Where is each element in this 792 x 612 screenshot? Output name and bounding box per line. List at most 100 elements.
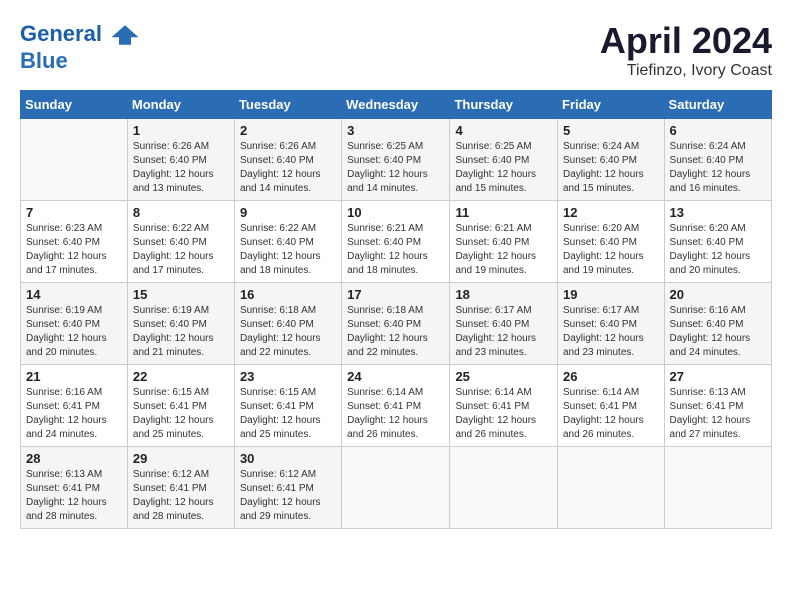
day-number: 22 (133, 369, 229, 384)
day-number: 16 (240, 287, 336, 302)
day-info: Sunrise: 6:15 AM Sunset: 6:41 PM Dayligh… (240, 386, 336, 442)
day-info: Sunrise: 6:23 AM Sunset: 6:40 PM Dayligh… (26, 222, 122, 278)
calendar-cell: 30 Sunrise: 6:12 AM Sunset: 6:41 PM Dayli… (234, 447, 341, 529)
day-number: 20 (670, 287, 766, 302)
day-info: Sunrise: 6:26 AM Sunset: 6:40 PM Dayligh… (240, 140, 336, 196)
logo-text: General (20, 20, 140, 50)
day-info: Sunrise: 6:13 AM Sunset: 6:41 PM Dayligh… (670, 386, 766, 442)
logo-blue: Blue (20, 48, 140, 74)
day-info: Sunrise: 6:22 AM Sunset: 6:40 PM Dayligh… (240, 222, 336, 278)
day-info: Sunrise: 6:17 AM Sunset: 6:40 PM Dayligh… (563, 304, 659, 360)
weekday-header-row: SundayMondayTuesdayWednesdayThursdayFrid… (21, 91, 772, 119)
calendar-cell: 17 Sunrise: 6:18 AM Sunset: 6:40 PM Dayli… (342, 283, 450, 365)
day-number: 28 (26, 451, 122, 466)
day-info: Sunrise: 6:25 AM Sunset: 6:40 PM Dayligh… (347, 140, 444, 196)
calendar-cell: 26Sunrise: 6:14 AM Sunset: 6:41 PM Dayli… (558, 365, 665, 447)
day-info: Sunrise: 6:15 AM Sunset: 6:41 PM Dayligh… (133, 386, 229, 442)
day-info: Sunrise: 6:17 AM Sunset: 6:40 PM Dayligh… (455, 304, 552, 360)
calendar-cell: 4 Sunrise: 6:25 AM Sunset: 6:40 PM Daylig… (450, 119, 558, 201)
day-number: 29 (133, 451, 229, 466)
day-info: Sunrise: 6:13 AM Sunset: 6:41 PM Dayligh… (26, 468, 122, 524)
calendar-cell (21, 119, 128, 201)
day-info: Sunrise: 6:25 AM Sunset: 6:40 PM Dayligh… (455, 140, 552, 196)
day-info: Sunrise: 6:14 AM Sunset: 6:41 PM Dayligh… (563, 386, 659, 442)
day-number: 8 (133, 205, 229, 220)
day-number: 18 (455, 287, 552, 302)
day-info: Sunrise: 6:24 AM Sunset: 6:40 PM Dayligh… (670, 140, 766, 196)
week-row-1: 7 Sunrise: 6:23 AM Sunset: 6:40 PM Daylig… (21, 201, 772, 283)
day-number: 21 (26, 369, 122, 384)
day-info: Sunrise: 6:26 AM Sunset: 6:40 PM Dayligh… (133, 140, 229, 196)
calendar-cell: 3 Sunrise: 6:25 AM Sunset: 6:40 PM Daylig… (342, 119, 450, 201)
day-number: 2 (240, 123, 336, 138)
calendar-cell: 15Sunrise: 6:19 AM Sunset: 6:40 PM Dayli… (127, 283, 234, 365)
title-area: April 2024 Tiefinzo, Ivory Coast (600, 20, 772, 80)
calendar-cell: 21 Sunrise: 6:16 AM Sunset: 6:41 PM Dayli… (21, 365, 128, 447)
day-info: Sunrise: 6:20 AM Sunset: 6:40 PM Dayligh… (670, 222, 766, 278)
calendar-cell: 20Sunrise: 6:16 AM Sunset: 6:40 PM Dayli… (664, 283, 771, 365)
week-row-3: 21 Sunrise: 6:16 AM Sunset: 6:41 PM Dayli… (21, 365, 772, 447)
calendar-cell (664, 447, 771, 529)
day-info: Sunrise: 6:21 AM Sunset: 6:40 PM Dayligh… (455, 222, 552, 278)
day-number: 15 (133, 287, 229, 302)
day-number: 7 (26, 205, 122, 220)
day-number: 4 (455, 123, 552, 138)
day-info: Sunrise: 6:16 AM Sunset: 6:41 PM Dayligh… (26, 386, 122, 442)
weekday-thursday: Thursday (450, 91, 558, 119)
calendar-cell (450, 447, 558, 529)
day-number: 23 (240, 369, 336, 384)
calendar-cell: 10 Sunrise: 6:21 AM Sunset: 6:40 PM Dayli… (342, 201, 450, 283)
day-number: 3 (347, 123, 444, 138)
header: General Blue April 2024 Tiefinzo, Ivory … (20, 20, 772, 80)
day-info: Sunrise: 6:19 AM Sunset: 6:40 PM Dayligh… (26, 304, 122, 360)
calendar-cell: 11 Sunrise: 6:21 AM Sunset: 6:40 PM Dayli… (450, 201, 558, 283)
day-number: 30 (240, 451, 336, 466)
day-number: 5 (563, 123, 659, 138)
weekday-saturday: Saturday (664, 91, 771, 119)
week-row-4: 28 Sunrise: 6:13 AM Sunset: 6:41 PM Dayli… (21, 447, 772, 529)
calendar-cell: 9Sunrise: 6:22 AM Sunset: 6:40 PM Daylig… (234, 201, 341, 283)
calendar-cell: 1Sunrise: 6:26 AM Sunset: 6:40 PM Daylig… (127, 119, 234, 201)
weekday-sunday: Sunday (21, 91, 128, 119)
calendar: SundayMondayTuesdayWednesdayThursdayFrid… (20, 90, 772, 529)
day-number: 17 (347, 287, 444, 302)
calendar-cell: 22 Sunrise: 6:15 AM Sunset: 6:41 PM Dayli… (127, 365, 234, 447)
day-number: 13 (670, 205, 766, 220)
calendar-cell: 29 Sunrise: 6:12 AM Sunset: 6:41 PM Dayli… (127, 447, 234, 529)
week-row-2: 14 Sunrise: 6:19 AM Sunset: 6:40 PM Dayli… (21, 283, 772, 365)
weekday-friday: Friday (558, 91, 665, 119)
calendar-cell: 19 Sunrise: 6:17 AM Sunset: 6:40 PM Dayli… (558, 283, 665, 365)
weekday-monday: Monday (127, 91, 234, 119)
day-info: Sunrise: 6:12 AM Sunset: 6:41 PM Dayligh… (133, 468, 229, 524)
calendar-cell: 27 Sunrise: 6:13 AM Sunset: 6:41 PM Dayli… (664, 365, 771, 447)
calendar-cell (558, 447, 665, 529)
day-number: 14 (26, 287, 122, 302)
calendar-cell: 7 Sunrise: 6:23 AM Sunset: 6:40 PM Daylig… (21, 201, 128, 283)
day-number: 19 (563, 287, 659, 302)
day-info: Sunrise: 6:20 AM Sunset: 6:40 PM Dayligh… (563, 222, 659, 278)
day-number: 24 (347, 369, 444, 384)
day-info: Sunrise: 6:18 AM Sunset: 6:40 PM Dayligh… (347, 304, 444, 360)
day-info: Sunrise: 6:21 AM Sunset: 6:40 PM Dayligh… (347, 222, 444, 278)
day-info: Sunrise: 6:24 AM Sunset: 6:40 PM Dayligh… (563, 140, 659, 196)
day-info: Sunrise: 6:12 AM Sunset: 6:41 PM Dayligh… (240, 468, 336, 524)
day-number: 27 (670, 369, 766, 384)
day-info: Sunrise: 6:18 AM Sunset: 6:40 PM Dayligh… (240, 304, 336, 360)
location-title: Tiefinzo, Ivory Coast (600, 62, 772, 80)
calendar-cell: 16 Sunrise: 6:18 AM Sunset: 6:40 PM Dayli… (234, 283, 341, 365)
day-number: 6 (670, 123, 766, 138)
calendar-cell: 12Sunrise: 6:20 AM Sunset: 6:40 PM Dayli… (558, 201, 665, 283)
day-number: 25 (455, 369, 552, 384)
weekday-wednesday: Wednesday (342, 91, 450, 119)
logo: General Blue (20, 20, 140, 74)
calendar-cell: 24Sunrise: 6:14 AM Sunset: 6:41 PM Dayli… (342, 365, 450, 447)
day-number: 10 (347, 205, 444, 220)
calendar-cell: 18 Sunrise: 6:17 AM Sunset: 6:40 PM Dayli… (450, 283, 558, 365)
calendar-cell: 5 Sunrise: 6:24 AM Sunset: 6:40 PM Daylig… (558, 119, 665, 201)
calendar-cell: 28 Sunrise: 6:13 AM Sunset: 6:41 PM Dayli… (21, 447, 128, 529)
day-number: 11 (455, 205, 552, 220)
calendar-cell (342, 447, 450, 529)
week-row-0: 1Sunrise: 6:26 AM Sunset: 6:40 PM Daylig… (21, 119, 772, 201)
day-info: Sunrise: 6:22 AM Sunset: 6:40 PM Dayligh… (133, 222, 229, 278)
day-info: Sunrise: 6:14 AM Sunset: 6:41 PM Dayligh… (455, 386, 552, 442)
